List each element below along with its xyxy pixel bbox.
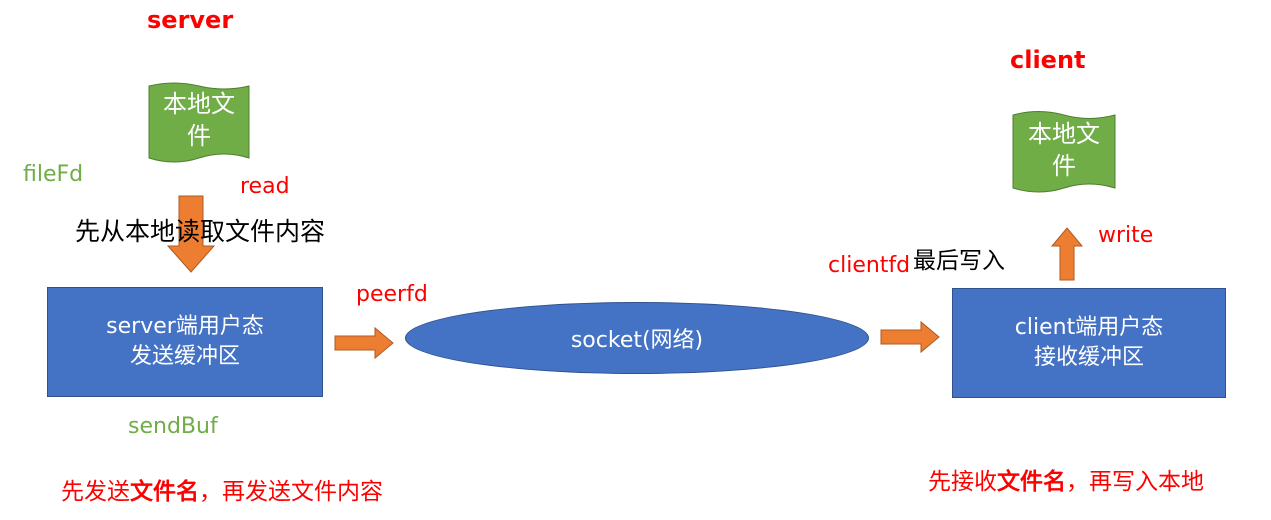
server-file-label-line1: 本地文 (163, 90, 235, 118)
arrow-right-icon (334, 326, 394, 360)
server-title: server (147, 6, 234, 34)
server-buffer-line1: server端用户态 (106, 314, 264, 339)
client-title: client (1010, 46, 1086, 74)
arrow-up-icon (1050, 227, 1084, 281)
server-note-suffix: ，再发送文件内容 (199, 479, 383, 505)
server-bottom-note: 先发送文件名，再发送文件内容 (61, 472, 383, 506)
client-bottom-note: 先接收文件名，再写入本地 (928, 462, 1204, 496)
read-note: 先从本地读取文件内容 (75, 217, 326, 246)
client-file-label-line2: 件 (1052, 152, 1076, 180)
write-note: 最后写入 (913, 248, 1005, 274)
socket-label: socket(网络) (570, 328, 704, 353)
clientfd-label: clientfd (828, 253, 911, 278)
socket-network: socket(网络) (405, 302, 869, 374)
send-buf-label: sendBuf (128, 414, 218, 439)
read-label: read (240, 174, 290, 199)
server-buffer-line2: 发送缓冲区 (129, 344, 240, 369)
server-local-file: 本地文 件 (146, 82, 252, 168)
client-buffer-line2: 接收缓冲区 (1033, 345, 1144, 370)
write-label: write (1098, 223, 1154, 248)
arrow-right-icon (880, 320, 940, 354)
file-fd-label: fileFd (23, 162, 84, 187)
client-receive-buffer: client端用户态 接收缓冲区 (952, 288, 1226, 398)
client-file-label-line1: 本地文 (1028, 120, 1100, 148)
server-send-buffer: server端用户态 发送缓冲区 (47, 287, 323, 397)
client-note-suffix: ，再写入本地 (1066, 469, 1204, 495)
server-note-prefix: 先发送 (61, 479, 130, 505)
peerfd-label: peerfd (356, 282, 428, 307)
client-buffer-line1: client端用户态 (1014, 315, 1164, 340)
server-file-label-line2: 件 (187, 122, 211, 150)
client-note-bold: 文件名 (997, 469, 1066, 495)
server-note-bold: 文件名 (130, 479, 199, 505)
client-local-file: 本地文 件 (1010, 110, 1118, 198)
client-note-prefix: 先接收 (928, 469, 997, 495)
